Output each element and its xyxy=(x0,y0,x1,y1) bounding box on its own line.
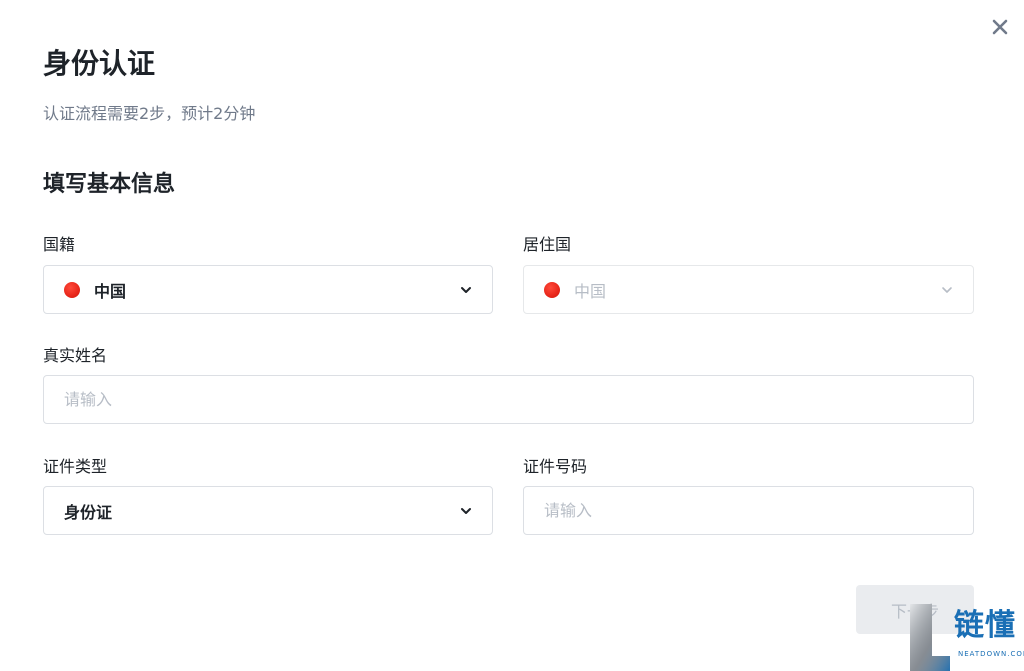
identity-verification-dialog: 身份认证 认证流程需要2步，预计2分钟 填写基本信息 国籍 中国 居住国 中国 … xyxy=(0,0,1024,671)
real-name-field[interactable] xyxy=(43,375,974,424)
nationality-label: 国籍 xyxy=(43,235,76,254)
dialog-title: 身份认证 xyxy=(43,47,156,80)
nationality-select[interactable]: 中国 xyxy=(43,265,493,314)
next-button[interactable]: 下一步 xyxy=(856,585,974,634)
close-button[interactable] xyxy=(986,13,1014,41)
china-flag-icon xyxy=(64,281,80,298)
china-flag-icon xyxy=(544,281,560,298)
id-type-label: 证件类型 xyxy=(43,457,108,476)
residence-label: 居住国 xyxy=(523,235,572,254)
id-number-input[interactable] xyxy=(544,501,953,520)
id-type-select[interactable]: 身份证 xyxy=(43,486,493,535)
id-number-label: 证件号码 xyxy=(523,457,588,476)
residence-select: 中国 xyxy=(523,265,974,314)
section-title: 填写基本信息 xyxy=(43,172,176,197)
residence-value: 中国 xyxy=(574,281,607,301)
chevron-down-icon xyxy=(939,282,955,298)
id-type-value: 身份证 xyxy=(64,502,113,522)
real-name-label: 真实姓名 xyxy=(43,346,108,365)
close-icon xyxy=(992,19,1008,35)
nationality-value: 中国 xyxy=(94,281,127,301)
dialog-subtitle: 认证流程需要2步，预计2分钟 xyxy=(43,104,256,123)
real-name-input[interactable] xyxy=(64,390,953,409)
chevron-down-icon xyxy=(458,503,474,519)
id-number-field[interactable] xyxy=(523,486,974,535)
watermark-subtext: NEATDOWN.COM xyxy=(958,650,1024,658)
chevron-down-icon xyxy=(458,282,474,298)
